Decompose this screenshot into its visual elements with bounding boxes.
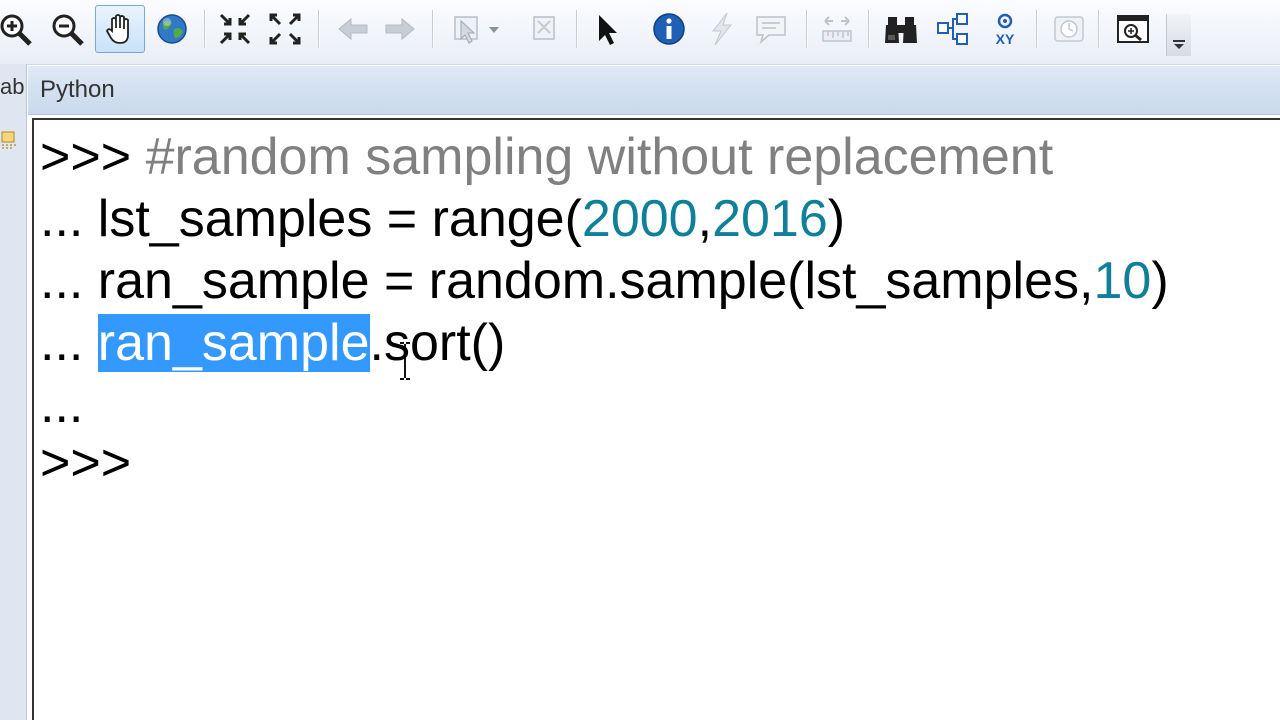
numeric-literal: 10 [1093,252,1152,310]
console-line[interactable]: ... lst_samples = range(2000,2016) [40,188,845,250]
toolbar-separator [1098,10,1099,48]
selected-text: ran_sample [97,314,370,372]
docked-panel-strip [0,64,27,720]
fixed-zoom-in-icon [219,13,251,45]
console-prompt: >>> [40,434,132,492]
pan-hand-icon [106,14,129,44]
find-button[interactable] [878,6,924,52]
python-console[interactable]: >>> #random sampling without replacement… [32,118,1280,720]
toolbar-separator [806,10,807,48]
toolbar-separator [1036,10,1037,48]
clear-selection-button[interactable] [521,6,567,52]
select-features-button[interactable] [444,6,510,52]
back-button[interactable] [330,6,376,52]
html-popup-icon [756,16,786,45]
identify-button[interactable] [646,6,692,52]
toolbar-separator [204,10,205,48]
measure-button[interactable] [814,6,860,52]
full-extent-button[interactable] [149,6,195,52]
go-to-xy-button[interactable]: XY [982,6,1028,52]
svg-text:XY: XY [996,31,1015,47]
console-line[interactable]: >>> [40,432,131,494]
code-comment: #random sampling without replacement [145,128,1054,186]
code-text: ) [827,190,846,248]
toolbar-separator [318,10,319,48]
docked-panel-icon[interactable] [0,128,22,150]
console-line[interactable]: >>> #random sampling without replacement [40,126,1053,188]
numeric-literal: 2016 [712,190,828,248]
magnifier-button[interactable] [1110,6,1156,52]
zoom-out-button[interactable] [44,6,90,52]
select-features-icon [454,16,499,44]
identify-info-icon [653,13,685,45]
clear-selection-icon [533,16,555,40]
code-text: , [697,190,713,248]
code-text: ) [1151,252,1169,310]
fixed-zoom-out-icon [269,13,301,45]
code-text: .sort() [369,314,506,372]
console-line[interactable]: ... [40,374,83,436]
full-extent-globe-icon [157,14,187,44]
console-line[interactable]: ... ran_sample = random.sample(lst_sampl… [40,250,1169,312]
toolbar-separator [868,10,869,48]
code-text: ran_sample = random.sample(lst_samples, [97,252,1094,310]
forward-arrow-icon [385,17,415,41]
toolbar-separator [576,10,577,48]
chevron-down-icon [1173,40,1185,50]
zoom-out-icon [52,14,84,46]
select-elements-pointer-icon [599,15,617,45]
back-arrow-icon [338,17,368,41]
find-route-icon [937,13,968,45]
go-to-xy-icon: XY [996,13,1015,47]
magnifier-window-icon [1117,15,1149,43]
python-window-titlebar[interactable]: Python [28,66,1280,115]
docked-tab-label[interactable]: ab [0,74,24,100]
hyperlink-bolt-icon [711,12,733,46]
time-slider-icon [1054,16,1084,42]
console-prompt: >>> [40,128,146,186]
find-route-button[interactable] [930,6,976,52]
code-text: lst_samples = range( [97,190,582,248]
measure-icon [822,16,852,42]
select-elements-button[interactable] [584,6,630,52]
toolbar-overflow-dropdown[interactable] [1166,14,1191,56]
fixed-zoom-out-button[interactable] [262,6,308,52]
hyperlink-button[interactable] [698,6,744,52]
console-prompt: ... [40,252,98,310]
console-prompt: ... [40,314,98,372]
console-prompt: ... [40,376,84,434]
fixed-zoom-in-button[interactable] [212,6,258,52]
time-slider-button[interactable] [1046,6,1092,52]
html-popup-button[interactable] [748,6,794,52]
console-line[interactable]: ... ran_sample.sort() [40,312,505,374]
pan-button[interactable] [95,5,145,53]
zoom-in-icon [0,14,32,46]
map-toolbar: XY [0,0,1280,65]
find-binoculars-icon [885,17,917,43]
toolbar-separator [432,10,433,48]
console-prompt: ... [40,190,98,248]
numeric-literal: 2000 [581,190,698,248]
zoom-in-button[interactable] [0,6,38,52]
python-window-title: Python [40,76,115,103]
forward-button[interactable] [377,6,423,52]
